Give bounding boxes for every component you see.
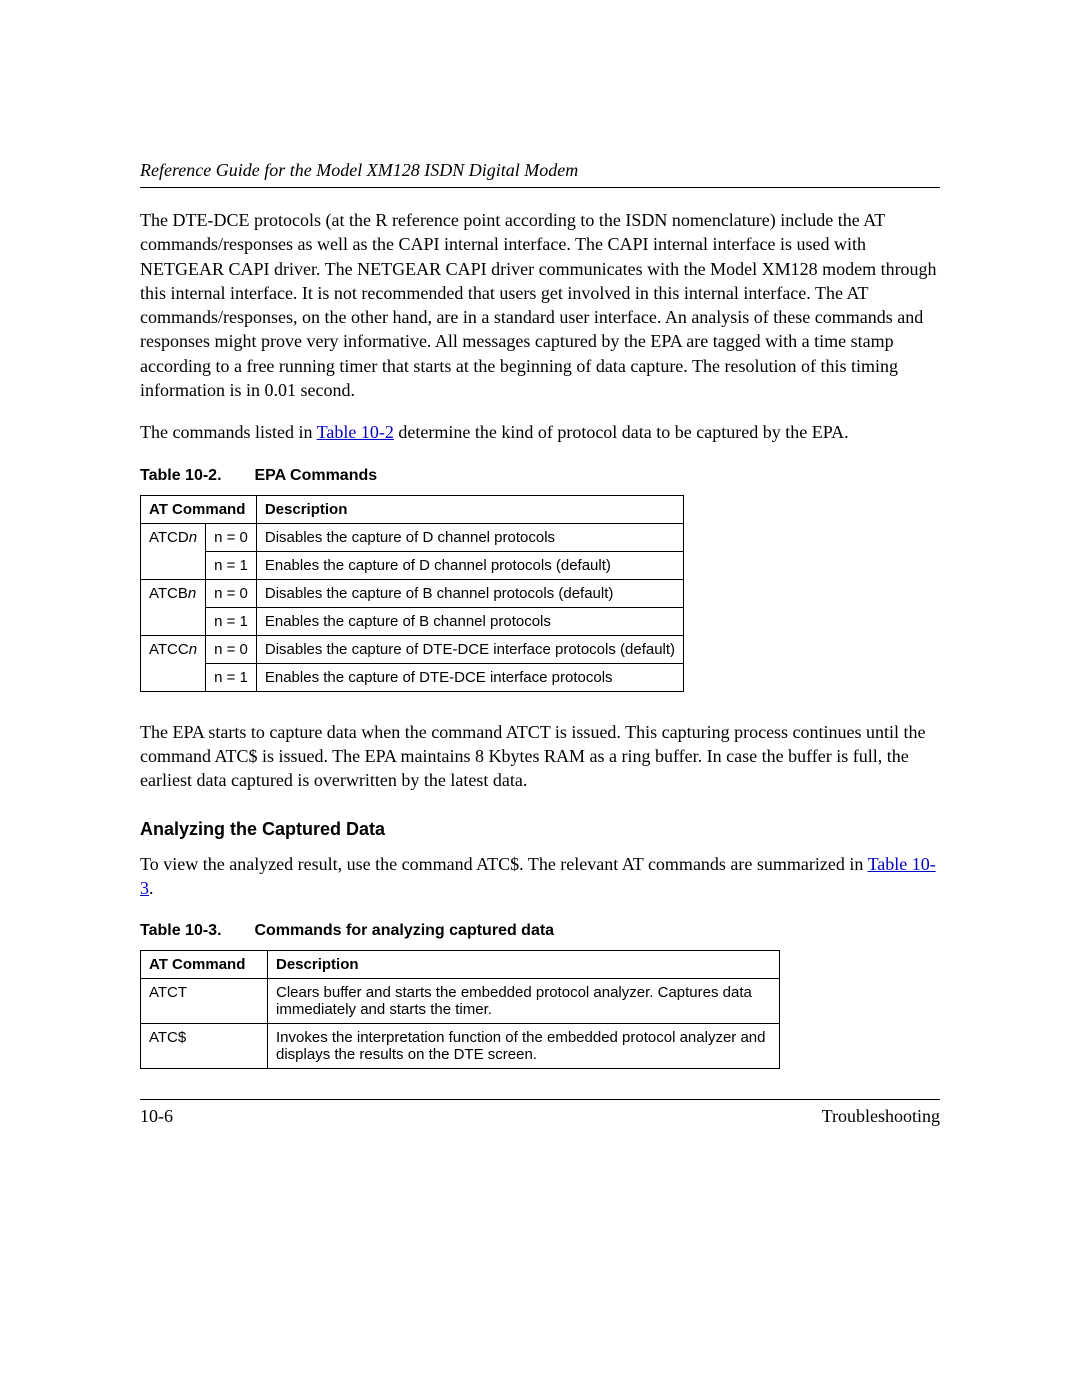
cell: Disables the capture of D channel protoc…	[256, 523, 683, 551]
table-header-row: AT Command Description	[141, 495, 684, 523]
table-row: n = 1 Enables the capture of DTE-DCE int…	[141, 663, 684, 691]
text-run: determine the kind of protocol data to b…	[394, 422, 849, 442]
table-row: n = 1 Enables the capture of D channel p…	[141, 551, 684, 579]
epa-commands-table: AT Command Description ATCDn n = 0 Disab…	[140, 495, 684, 692]
table-row: ATCCn n = 0 Disables the capture of DTE-…	[141, 635, 684, 663]
header-rule	[140, 187, 940, 188]
table-row: n = 1 Enables the capture of B channel p…	[141, 607, 684, 635]
cell: Enables the capture of B channel protoco…	[256, 607, 683, 635]
cell: n = 1	[206, 607, 257, 635]
running-header: Reference Guide for the Model XM128 ISDN…	[140, 160, 940, 181]
cell: ATC$	[141, 1024, 268, 1069]
text-run: n	[188, 585, 196, 602]
text-run: ATCD	[149, 529, 189, 546]
footer-rule	[140, 1099, 940, 1100]
body-paragraph: To view the analyzed result, use the com…	[140, 852, 940, 901]
cell: Disables the capture of B channel protoc…	[256, 579, 683, 607]
text-run: ATCC	[149, 641, 189, 658]
cell: Enables the capture of D channel protoco…	[256, 551, 683, 579]
cell: n = 0	[206, 579, 257, 607]
table-row: ATC$ Invokes the interpretation function…	[141, 1024, 780, 1069]
cell: n = 0	[206, 635, 257, 663]
text-run: n	[189, 529, 197, 546]
table-ref-link[interactable]: Table 10-2	[317, 422, 394, 442]
col-header: AT Command	[141, 951, 268, 979]
text-run: n	[189, 641, 197, 658]
text-run: To view the analyzed result, use the com…	[140, 854, 868, 874]
cell: Clears buffer and starts the embedded pr…	[268, 979, 780, 1024]
page-footer: 10-6 Troubleshooting	[140, 1106, 940, 1127]
cell: Enables the capture of DTE-DCE interface…	[256, 663, 683, 691]
cell: n = 0	[206, 523, 257, 551]
col-header: Description	[256, 495, 683, 523]
cell: Invokes the interpretation function of t…	[268, 1024, 780, 1069]
cell: Disables the capture of DTE-DCE interfac…	[256, 635, 683, 663]
analyze-commands-table: AT Command Description ATCT Clears buffe…	[140, 950, 780, 1069]
section-heading: Analyzing the Captured Data	[140, 819, 940, 840]
table-row: ATCDn n = 0 Disables the capture of D ch…	[141, 523, 684, 551]
body-paragraph: The commands listed in Table 10-2 determ…	[140, 420, 940, 444]
table-header-row: AT Command Description	[141, 951, 780, 979]
cell: ATCT	[141, 979, 268, 1024]
text-run: The commands listed in	[140, 422, 317, 442]
table-caption: Table 10-2. EPA Commands	[140, 467, 940, 485]
cell: ATCBn	[141, 579, 206, 635]
cell: ATCDn	[141, 523, 206, 579]
table-row: ATCT Clears buffer and starts the embedd…	[141, 979, 780, 1024]
caption-title: Commands for analyzing captured data	[254, 922, 554, 939]
cell: ATCCn	[141, 635, 206, 691]
cell: n = 1	[206, 551, 257, 579]
table-caption: Table 10-3. Commands for analyzing captu…	[140, 922, 940, 940]
text-run: ATCB	[149, 585, 188, 602]
col-header: AT Command	[141, 495, 257, 523]
table-row: ATCBn n = 0 Disables the capture of B ch…	[141, 579, 684, 607]
col-header: Description	[268, 951, 780, 979]
caption-label: Table 10-2.	[140, 467, 250, 485]
cell: n = 1	[206, 663, 257, 691]
document-page: Reference Guide for the Model XM128 ISDN…	[0, 0, 1080, 1397]
body-paragraph: The EPA starts to capture data when the …	[140, 720, 940, 793]
caption-label: Table 10-3.	[140, 922, 250, 940]
text-run: .	[149, 878, 154, 898]
body-paragraph: The DTE-DCE protocols (at the R referenc…	[140, 208, 940, 402]
footer-chapter: Troubleshooting	[822, 1106, 940, 1127]
page-number: 10-6	[140, 1106, 173, 1127]
caption-title: EPA Commands	[254, 467, 377, 484]
